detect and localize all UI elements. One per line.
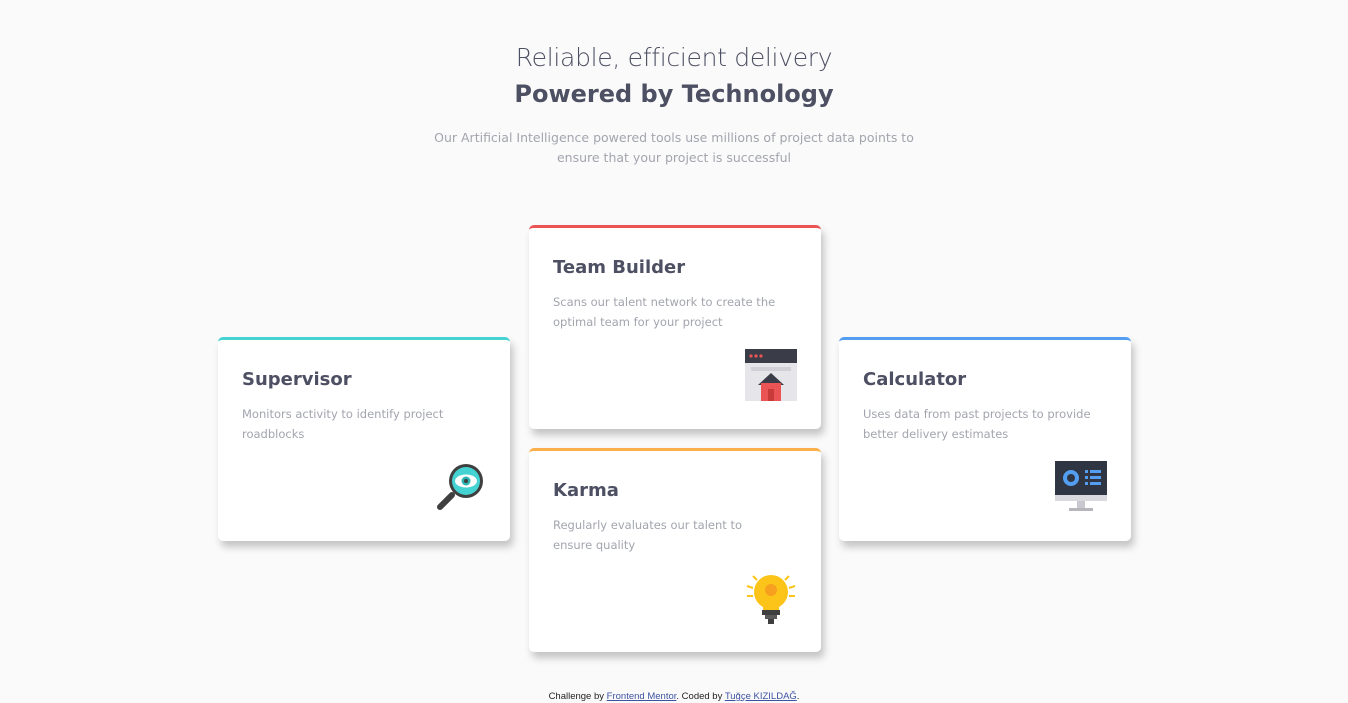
footer-middle: . Coded by [676, 691, 725, 702]
page-subtitle: Reliable, efficient delivery [515, 43, 833, 72]
card-title: Calculator [863, 369, 967, 390]
card-title: Supervisor [242, 369, 352, 390]
card-description: Regularly evaluates our talent to ensure… [553, 518, 742, 552]
monitor-dashboard-icon [1055, 461, 1107, 513]
intro-text: Our Artificial Intelligence powered tool… [434, 130, 914, 165]
author-link[interactable]: Tuğçe KIZILDAĞ [725, 691, 797, 702]
card-description: Monitors activity to identify project ro… [242, 407, 444, 441]
page-title: Powered by Technology [514, 80, 834, 108]
frontend-mentor-link[interactable]: Frontend Mentor [607, 691, 677, 702]
footer-suffix: . [796, 691, 800, 702]
card-supervisor: Supervisor Monitors activity to identify… [218, 337, 510, 541]
card-karma: Karma Regularly evaluates our talent to … [529, 448, 821, 652]
browser-home-icon [745, 349, 797, 401]
card-description: Uses data from past projects to provide … [863, 407, 1091, 441]
card-title: Karma [553, 480, 619, 501]
magnifier-eye-icon [434, 461, 486, 513]
attribution-footer: Challenge by Frontend Mentor. Coded by T… [0, 691, 1348, 702]
card-calculator: Calculator Uses data from past projects … [839, 337, 1131, 541]
card-title: Team Builder [553, 257, 686, 278]
card-team-builder: Team Builder Scans our talent network to… [529, 225, 821, 429]
footer-prefix: Challenge by [548, 691, 607, 702]
header-section: Reliable, efficient delivery Powered by … [0, 40, 1348, 168]
lightbulb-icon [745, 572, 797, 624]
card-description: Scans our talent network to create the o… [553, 295, 776, 329]
